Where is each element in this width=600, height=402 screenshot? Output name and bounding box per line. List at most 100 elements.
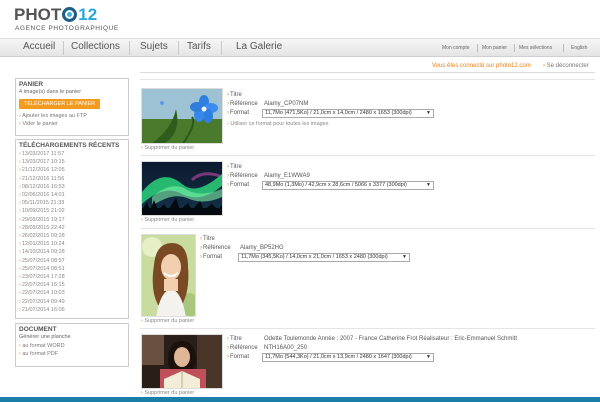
chevron-right-icon: ›: [200, 245, 202, 251]
format-select[interactable]: 11,7Mo (471,5Ko) / 21,0cm x 14,0cm / 248…: [262, 109, 434, 118]
download-date: 10/09/2015 21:02: [21, 208, 65, 215]
item-reference: NTH16A00_250: [264, 345, 308, 351]
download-item[interactable]: ›26/02/2015 09:28: [19, 232, 125, 240]
download-item[interactable]: ›14/10/2014 09:28: [19, 248, 125, 256]
empty-cart-link[interactable]: › Vider le panier: [19, 120, 125, 128]
download-item[interactable]: ›10/09/2015 21:02: [19, 207, 125, 215]
download-item[interactable]: ›22/07/2014 16:15: [19, 281, 125, 289]
download-date: 08/12/2016 16:53: [21, 183, 65, 190]
download-date: 22/07/2014 10:03: [21, 290, 65, 297]
title-label-text: Titre: [230, 164, 242, 170]
download-cart-button[interactable]: TÉLÉCHARGER LE PANIER: [19, 99, 101, 109]
download-item[interactable]: ›21/12/2016 11:56: [19, 175, 125, 183]
format-select[interactable]: 11,7Mo (345,5Ko) / 14,0cm x 21,0cm / 165…: [238, 253, 410, 262]
item-thumbnail[interactable]: [141, 334, 223, 389]
remove-label: Supprimer du panier: [144, 145, 195, 151]
remove-from-cart[interactable]: › Supprimer du panier: [141, 318, 194, 324]
download-item[interactable]: ›21/12/2016 12:05: [19, 166, 125, 174]
chevron-right-icon: ›: [19, 274, 21, 281]
reference-label-text: Référence: [230, 173, 258, 179]
item-thumbnail[interactable]: [141, 88, 223, 144]
word-format-link[interactable]: › au format WORD: [19, 342, 125, 350]
download-date: 21/12/2016 12:05: [21, 167, 65, 174]
chevron-right-icon: ›: [227, 182, 229, 188]
row-divider: [140, 155, 595, 156]
disconnect-label: Se déconnecter: [546, 63, 589, 69]
download-date: 25/07/2014 08:51: [21, 265, 65, 272]
ftp-link[interactable]: › Ajouter les images au FTP: [19, 112, 125, 120]
remove-from-cart[interactable]: › Supprimer du panier: [141, 217, 194, 223]
site-logo[interactable]: PHOT 12 AGENCE PHOTOGRAPHIQUE: [14, 6, 124, 34]
document-panel: DOCUMENT Générer une planche › au format…: [15, 323, 129, 367]
nav-mon-compte[interactable]: Mon compte: [442, 45, 470, 51]
logo-number: 12: [78, 5, 98, 24]
row-divider: [140, 328, 595, 329]
download-item[interactable]: ›21/07/2014 16:06: [19, 306, 125, 314]
pdf-format-link[interactable]: › au format PDF: [19, 350, 125, 358]
nav-mes-selections[interactable]: Mes sélections: [519, 45, 552, 51]
chevron-right-icon: ›: [19, 265, 21, 272]
chevron-right-icon: ›: [227, 164, 229, 170]
download-item[interactable]: ›02/06/2016 14:01: [19, 191, 125, 199]
chevron-right-icon: ›: [19, 121, 21, 127]
format-label-text: Format: [230, 354, 250, 360]
download-date: 13/03/2017 10:15: [21, 159, 65, 166]
empty-cart-label: Vider le panier: [22, 121, 58, 127]
download-item[interactable]: ›13/03/2017 11:57: [19, 150, 125, 158]
download-item[interactable]: ›05/11/2015 21:33: [19, 199, 125, 207]
format-select[interactable]: 48,9Mo (1,3Mo) / 42,9cm x 28,6cm / 5066 …: [262, 181, 434, 190]
chevron-right-icon: ›: [227, 92, 229, 98]
item-thumbnail[interactable]: [141, 234, 196, 317]
download-date: 22/07/2014 09:49: [21, 298, 65, 305]
nav-separator: [178, 41, 179, 55]
download-item[interactable]: ›25/07/2014 08:57: [19, 257, 125, 265]
remove-from-cart[interactable]: › Supprimer du panier: [141, 145, 194, 151]
chevron-right-icon: ›: [19, 113, 21, 119]
logo-subtitle: AGENCE PHOTOGRAPHIQUE: [15, 25, 119, 32]
download-item[interactable]: ›22/07/2014 10:03: [19, 289, 125, 297]
chevron-right-icon: ›: [19, 233, 21, 240]
download-item[interactable]: ›28/03/2015 22:42: [19, 224, 125, 232]
download-date: 21/07/2014 16:06: [21, 306, 65, 313]
reading-photo: [142, 335, 222, 388]
format-label-text: Format: [203, 254, 223, 260]
disconnect-link[interactable]: › Se déconnecter: [543, 63, 589, 69]
dropdown-caret-icon: ▼: [426, 110, 431, 116]
download-item[interactable]: ›29/03/2015 19:17: [19, 216, 125, 224]
use-format-all-link[interactable]: › Utiliser ce format pour toutes les ima…: [227, 121, 329, 127]
item-thumbnail[interactable]: [141, 161, 223, 216]
reference-label: ›Référence: [227, 345, 258, 351]
download-date: 02/06/2016 14:01: [21, 192, 65, 199]
nav-la-galerie[interactable]: La Galerie: [236, 41, 282, 52]
item-title: Odette Toulemonde Année : 2007 - France …: [264, 336, 518, 342]
remove-from-cart[interactable]: › Supprimer du panier: [141, 390, 194, 396]
download-date: 05/11/2015 21:33: [21, 200, 65, 207]
download-item[interactable]: ›12/01/2015 10:24: [19, 240, 125, 248]
reference-label: ›Référence: [227, 101, 258, 107]
nav-tarifs[interactable]: Tarifs: [187, 41, 211, 52]
nav-accueil[interactable]: Accueil: [23, 41, 55, 52]
remove-label: Supprimer du panier: [144, 390, 195, 396]
download-date: 29/03/2015 19:17: [21, 216, 65, 223]
item-reference: Alamy_CP07NM: [264, 101, 309, 107]
download-item[interactable]: ›23/07/2014 17:28: [19, 273, 125, 281]
dropdown-caret-icon: ▼: [426, 354, 431, 360]
divider: [140, 72, 595, 73]
download-item[interactable]: ›22/07/2014 09:49: [19, 298, 125, 306]
format-select[interactable]: 11,7Mo (544,3Ko) / 21,0cm x 13,9cm / 248…: [262, 353, 434, 362]
nav-english[interactable]: English: [571, 45, 587, 51]
main-nav: Accueil Collections Sujets Tarifs La Gal…: [0, 38, 600, 57]
nav-sujets[interactable]: Sujets: [140, 41, 168, 52]
panier-count: 4 image(s) dans le panier: [19, 89, 82, 95]
nav-separator: [563, 44, 564, 52]
download-item[interactable]: ›13/03/2017 10:15: [19, 158, 125, 166]
chevron-right-icon: ›: [227, 345, 229, 351]
nav-mon-panier[interactable]: Mon panier: [482, 45, 507, 51]
use-format-all-label: Utiliser ce format pour toutes les image…: [230, 121, 329, 127]
row-divider: [140, 79, 595, 80]
download-item[interactable]: ›08/12/2016 16:53: [19, 183, 125, 191]
download-item[interactable]: ›25/07/2014 08:51: [19, 265, 125, 273]
nav-collections[interactable]: Collections: [71, 41, 120, 52]
download-date: 26/02/2015 09:28: [21, 233, 65, 240]
title-label: ›Titre: [227, 164, 242, 170]
